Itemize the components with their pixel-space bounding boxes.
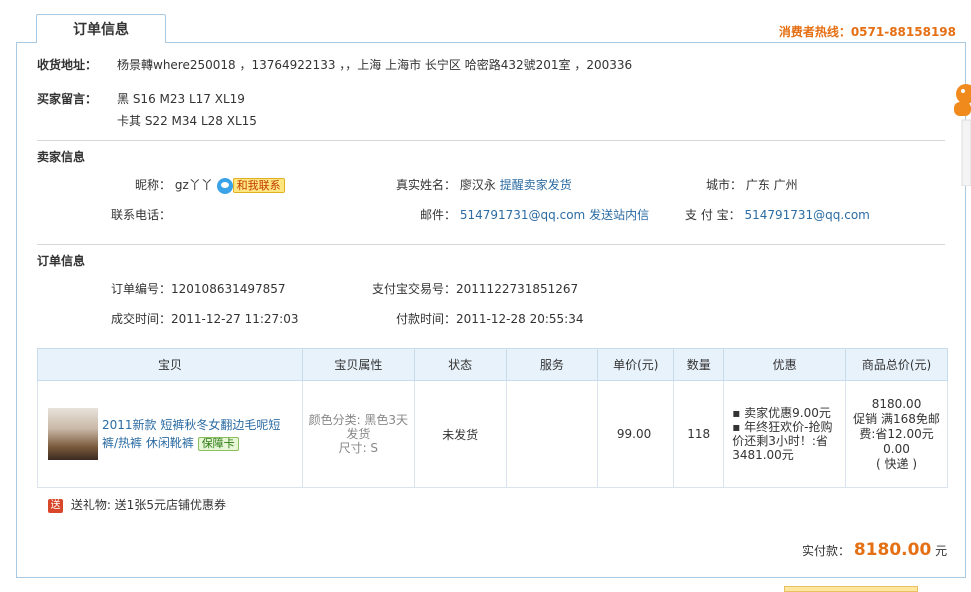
email-link[interactable]: 514791731@qq.com <box>460 208 585 222</box>
qty-cell: 118 <box>673 380 725 488</box>
pay-time-label: 付款时间： <box>396 312 457 326</box>
nickname-label: 昵称： <box>135 178 172 192</box>
col-item: 宝贝 <box>37 348 303 381</box>
mascot-icon <box>954 84 971 186</box>
col-service: 服务 <box>505 348 599 381</box>
pay-time-value: 2011-12-28 20:55:34 <box>456 312 584 326</box>
gift-icon: 送 <box>48 498 63 513</box>
divider <box>37 244 945 245</box>
contact-me-button[interactable]: 和我联系 <box>232 178 285 193</box>
col-props: 宝贝属性 <box>301 348 415 381</box>
col-promo: 优惠 <box>723 348 847 381</box>
seller-info-title: 卖家信息 <box>37 150 86 164</box>
col-total: 商品总价(元) <box>845 348 948 381</box>
promo-total: 促销 满168免邮费:省12.00元 <box>853 411 940 441</box>
city-label: 城市： <box>706 178 743 192</box>
status-cell: 未发货 <box>413 380 507 488</box>
order-info-title: 订单信息 <box>37 254 86 268</box>
paid-row: 实付款： 8180.00 元 <box>802 540 947 560</box>
promo-seller-discount: ▪ 卖家优惠9.00元 <box>732 406 831 420</box>
buyer-note-label: 买家留言： <box>37 92 98 106</box>
realname-label: 真实姓名： <box>396 178 457 192</box>
service-cell <box>505 380 599 488</box>
order-items-table: 宝贝 宝贝属性 状态 服务 单价(元) 数量 优惠 商品总价(元) 2011新款… <box>37 348 948 488</box>
seller-city-row: 城市： 广东 广州 <box>706 176 798 193</box>
deal-time-value: 2011-12-27 11:27:03 <box>171 312 299 326</box>
deal-time-label: 成交时间： <box>111 312 172 326</box>
guarantee-card-badge[interactable]: 保障卡 <box>197 437 239 451</box>
consumer-hotline: 消费者热线：0571-88158198 <box>778 25 956 39</box>
send-message-link[interactable]: 发送站内信 <box>589 208 649 222</box>
chat-icon[interactable] <box>216 177 233 194</box>
gift-row: 送 送礼物: 送1张5元店铺优惠券 <box>48 496 226 513</box>
col-qty: 数量 <box>673 348 725 381</box>
seller-alipay-row: 支 付 宝： 514791731@qq.com <box>685 206 870 223</box>
pay-time-row: 付款时间：2011-12-28 20:55:34 <box>396 310 583 327</box>
city-value: 广东 广州 <box>745 178 798 192</box>
seller-email-row: 邮件： 514791731@qq.com 发送站内信 <box>420 206 649 223</box>
shipping-address-label: 收货地址： <box>37 58 98 72</box>
promo-cell: ▪ 卖家优惠9.00元 ▪ 年终狂欢价-抢购价还剩3小时！:省3481.00元 <box>723 380 847 488</box>
paid-unit: 元 <box>935 544 948 558</box>
buyer-note-line1: 黑 S16 M23 L17 XL19 <box>117 92 245 106</box>
order-no-row: 订单编号：120108631497857 <box>111 280 286 297</box>
order-no-label: 订单编号： <box>111 282 172 296</box>
col-price: 单价(元) <box>597 348 675 381</box>
bottom-button[interactable] <box>784 586 918 592</box>
remind-ship-link[interactable]: 提醒卖家发货 <box>500 178 572 192</box>
seller-nickname-row: 昵称： gz丫丫 和我联系 <box>135 176 285 194</box>
prop-color: 颜色分类: 黑色3天发货 <box>308 413 409 441</box>
shipping-address-value: 杨景轉where250018 ，13764922133 ，，上海 上海市 长宁区… <box>117 58 633 72</box>
buyer-note-line2: 卡其 S22 M34 L28 XL15 <box>117 114 257 128</box>
alipay-label: 支 付 宝： <box>685 208 741 222</box>
alipay-link[interactable]: 514791731@qq.com <box>744 208 869 222</box>
trade-no-row: 支付宝交易号：2011122731851267 <box>372 280 578 297</box>
prop-size: 尺寸: S <box>338 441 379 455</box>
divider <box>37 140 945 141</box>
email-label: 邮件： <box>420 208 457 222</box>
table-row: 2011新款 短裤秋冬女翻边毛呢短裤/热裤 休闲靴裤 保障卡 颜色分类: 黑色3… <box>37 380 948 488</box>
product-thumbnail[interactable] <box>48 408 98 460</box>
total-cell: 8180.00 促销 满168免邮费:省12.00元 0.00 ( 快递 ) <box>845 380 948 488</box>
shipping-fee: 0.00 <box>883 441 910 456</box>
col-status: 状态 <box>413 348 507 381</box>
trade-no-value: 2011122731851267 <box>456 282 579 296</box>
shipping-address-row: 收货地址： <box>37 56 97 73</box>
shipping-type: ( 快递 ) <box>876 456 918 471</box>
trade-no-label: 支付宝交易号： <box>372 282 457 296</box>
item-cell: 2011新款 短裤秋冬女翻边毛呢短裤/热裤 休闲靴裤 保障卡 <box>37 380 303 488</box>
realname-value: 廖汉永 <box>459 178 496 192</box>
table-header-row: 宝贝 宝贝属性 状态 服务 单价(元) 数量 优惠 商品总价(元) <box>37 348 948 381</box>
order-info-tab[interactable]: 订单信息 <box>36 14 166 43</box>
promo-flash-sale: ▪ 年终狂欢价-抢购价还剩3小时！:省3481.00元 <box>732 420 833 462</box>
gift-text: 送礼物: 送1张5元店铺优惠券 <box>70 498 226 512</box>
paid-label: 实付款： <box>802 544 851 558</box>
paid-amount: 8180.00 <box>853 540 932 560</box>
phone-label: 联系电话： <box>111 208 172 222</box>
price-cell: 99.00 <box>597 380 675 488</box>
order-no-value: 120108631497857 <box>171 282 286 296</box>
item-total: 8180.00 <box>871 396 922 411</box>
guarantee-label: 保障卡 <box>201 437 235 450</box>
product-title-link[interactable]: 2011新款 短裤秋冬女翻边毛呢短裤/热裤 休闲靴裤 <box>102 418 280 450</box>
seller-phone-row: 联系电话： <box>111 206 171 223</box>
seller-realname-row: 真实姓名： 廖汉永 提醒卖家发货 <box>396 176 572 193</box>
nickname-value: gz丫丫 <box>174 178 213 192</box>
props-cell: 颜色分类: 黑色3天发货 尺寸: S <box>301 380 415 488</box>
deal-time-row: 成交时间：2011-12-27 11:27:03 <box>111 310 298 327</box>
